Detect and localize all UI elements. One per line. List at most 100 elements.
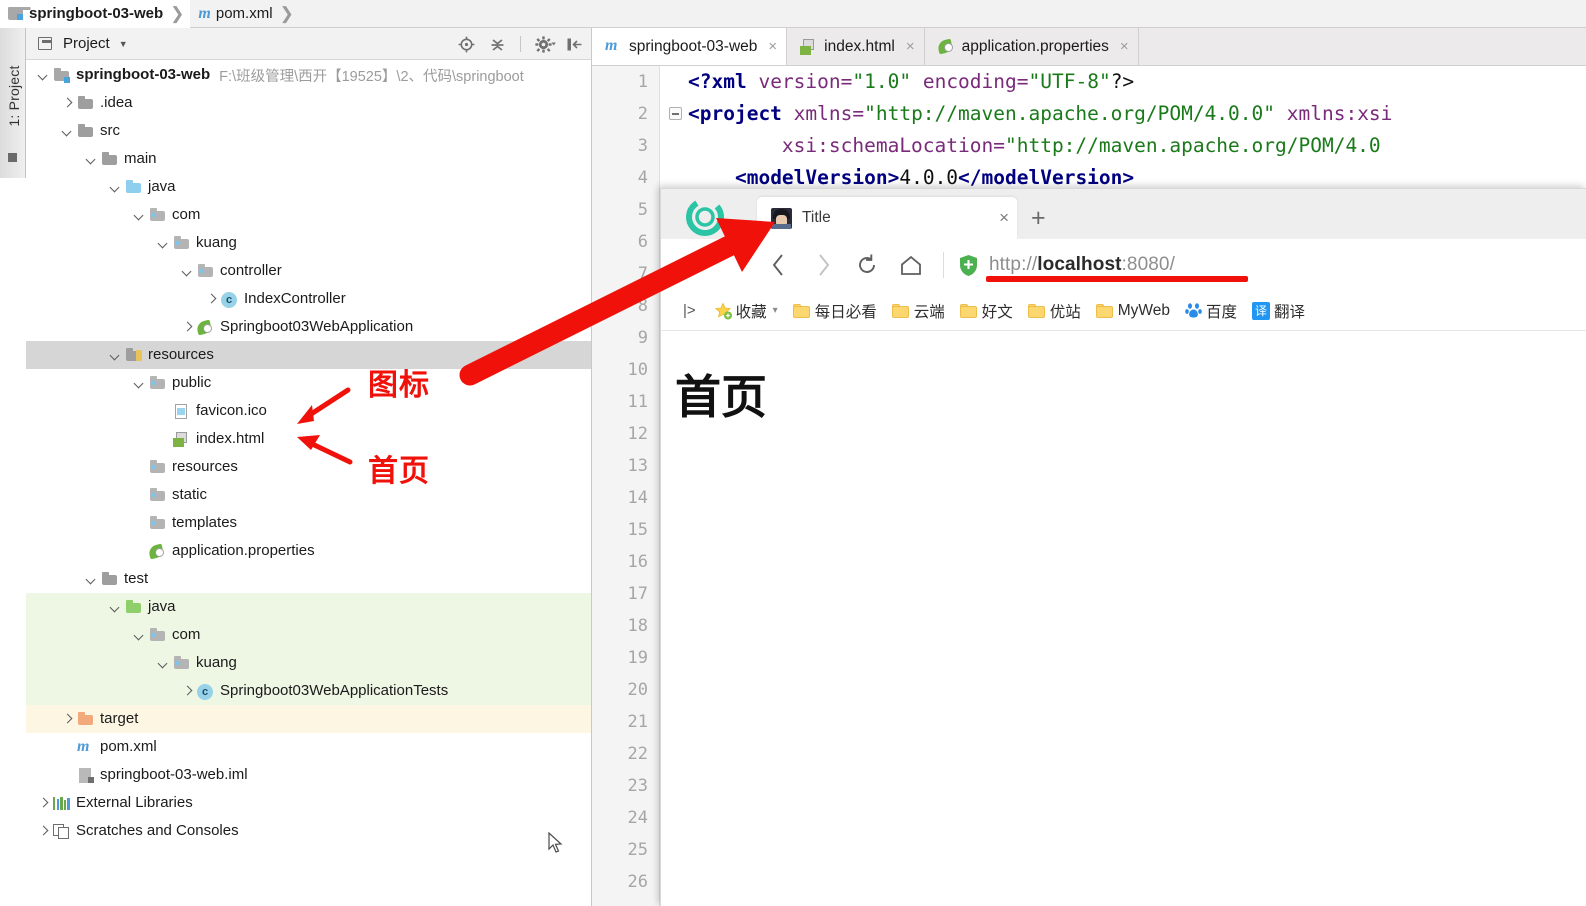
chevron-down-icon[interactable] <box>180 264 194 278</box>
tree-node[interactable]: main <box>26 145 591 173</box>
shield-icon[interactable] <box>958 254 979 277</box>
editor-tab-bar: m springboot-03-web × index.html × applicatio… <box>592 28 1586 66</box>
close-icon[interactable]: × <box>768 38 777 55</box>
back-button[interactable] <box>757 243 801 287</box>
tree-node[interactable]: springboot-03-web.iml <box>26 761 591 789</box>
tree-node[interactable]: controller <box>26 257 591 285</box>
tree-node[interactable]: m pom.xml <box>26 733 591 761</box>
chevron-down-icon[interactable] <box>108 348 122 362</box>
folder-icon <box>891 303 909 318</box>
tree-node[interactable]: templates <box>26 509 591 537</box>
close-icon[interactable]: × <box>999 208 1009 228</box>
mouse-cursor <box>548 832 563 853</box>
screen: springboot-03-web ❯ m pom.xml ❯ 1: Proje… <box>0 0 1586 906</box>
bookmark-item[interactable]: 译翻译 <box>1252 300 1305 322</box>
tree-node[interactable]: test <box>26 565 591 593</box>
tree-node[interactable]: java <box>26 593 591 621</box>
bookmark-item[interactable]: 好文 <box>959 300 1013 322</box>
new-tab-button[interactable]: + <box>1031 204 1046 233</box>
project-tree: springboot-03-web F:\班级管理\西开【19525】\2、代码\… <box>26 61 591 906</box>
chevron-right-icon[interactable] <box>204 292 218 306</box>
tool-window-icon <box>8 153 17 162</box>
bookmark-item[interactable]: 收藏 ▾ <box>714 300 778 322</box>
tree-node[interactable]: application.properties <box>26 537 591 565</box>
folder-resources-icon <box>125 347 142 363</box>
tree-node[interactable]: c Springboot03WebApplicationTests <box>26 677 591 705</box>
tree-node[interactable]: static <box>26 481 591 509</box>
tree-node[interactable]: resources <box>26 453 591 481</box>
chevron-down-icon[interactable] <box>84 572 98 586</box>
hide-panel-icon[interactable] <box>566 36 583 53</box>
chevron-down-icon[interactable] <box>108 600 122 614</box>
collapse-all-icon[interactable] <box>489 36 506 53</box>
bookmark-item[interactable]: 优站 <box>1027 300 1081 322</box>
breadcrumb-item-project[interactable]: springboot-03-web ❯ <box>0 0 191 28</box>
home-button[interactable] <box>889 243 933 287</box>
chevron-down-icon[interactable]: ▼ <box>119 39 128 49</box>
chevron-down-icon[interactable] <box>132 208 146 222</box>
chevron-down-icon[interactable] <box>84 152 98 166</box>
tree-node[interactable]: public <box>26 369 591 397</box>
code-token: version= <box>746 70 853 93</box>
chevron-right-icon[interactable] <box>36 824 50 838</box>
tree-node[interactable]: .idea <box>26 89 591 117</box>
line-number: 3 <box>637 136 648 156</box>
tool-tab-project[interactable]: 1: Project <box>6 36 22 156</box>
tree-node[interactable]: Scratches and Consoles <box>26 817 591 845</box>
tree-node[interactable]: java <box>26 173 591 201</box>
chevron-right-icon[interactable] <box>180 320 194 334</box>
address-bar[interactable]: http://localhost:8080/ <box>989 254 1175 276</box>
tree-node[interactable]: kuang <box>26 649 591 677</box>
chevron-down-icon[interactable] <box>132 376 146 390</box>
chevron-down-icon[interactable] <box>108 180 122 194</box>
tree-node[interactable]: kuang <box>26 229 591 257</box>
locate-icon[interactable] <box>458 36 475 53</box>
editor-tab[interactable]: m springboot-03-web × <box>592 28 788 65</box>
chevron-right-icon[interactable] <box>60 712 74 726</box>
bookmark-item[interactable]: 百度 <box>1185 300 1237 322</box>
url-rest: :8080/ <box>1121 254 1175 275</box>
bookmark-item[interactable]: 云端 <box>891 300 945 322</box>
chevron-right-icon[interactable] <box>60 96 74 110</box>
settings-gear-icon[interactable] <box>535 35 556 53</box>
browser-tab[interactable]: Title × <box>757 197 1017 239</box>
tree-node[interactable]: Springboot03WebApplication <box>26 313 591 341</box>
breadcrumb-item-pom[interactable]: m pom.xml ❯ <box>190 0 299 28</box>
chevron-down-icon[interactable] <box>156 236 170 250</box>
tree-node[interactable]: c IndexController <box>26 285 591 313</box>
forward-button[interactable] <box>801 243 845 287</box>
close-icon[interactable]: × <box>906 38 915 55</box>
line-number: 9 <box>637 328 648 348</box>
tree-node[interactable]: com <box>26 201 591 229</box>
tree-node[interactable]: resources <box>26 341 591 369</box>
code-line: xsi:schemaLocation="http://maven.apache.… <box>660 130 1586 162</box>
chevron-right-icon[interactable] <box>36 796 50 810</box>
tree-node[interactable]: springboot-03-web F:\班级管理\西开【19525】\2、代码\… <box>26 61 591 89</box>
tree-node[interactable]: target <box>26 705 591 733</box>
tree-node[interactable]: com <box>26 621 591 649</box>
close-icon[interactable]: × <box>1120 38 1129 55</box>
code-fold-icon[interactable] <box>669 107 682 120</box>
chevron-down-icon[interactable] <box>36 68 50 82</box>
bookmark-item[interactable]: 每日必看 <box>792 300 877 322</box>
bookmarks-toggle-icon[interactable]: |> <box>683 302 696 319</box>
chevron-right-icon[interactable] <box>180 684 194 698</box>
line-number: 8 <box>637 296 648 316</box>
chevron-down-icon[interactable] <box>132 628 146 642</box>
tree-node[interactable]: favicon.ico <box>26 397 591 425</box>
tree-node[interactable]: External Libraries <box>26 789 591 817</box>
tree-node-label: com <box>172 626 201 643</box>
chevron-down-icon[interactable]: ▾ <box>773 305 778 316</box>
chevron-down-icon[interactable] <box>60 124 74 138</box>
reload-button[interactable] <box>845 243 889 287</box>
chevron-down-icon[interactable] <box>156 656 170 670</box>
module-icon <box>8 7 31 20</box>
bookmark-item[interactable]: MyWeb <box>1095 302 1170 320</box>
tree-node[interactable]: src <box>26 117 591 145</box>
line-number: 6 <box>637 232 648 252</box>
editor-tab[interactable]: application.properties × <box>924 28 1139 65</box>
maven-icon: m <box>77 737 90 755</box>
editor-tab[interactable]: index.html × <box>787 28 925 65</box>
tree-node[interactable]: index.html <box>26 425 591 453</box>
